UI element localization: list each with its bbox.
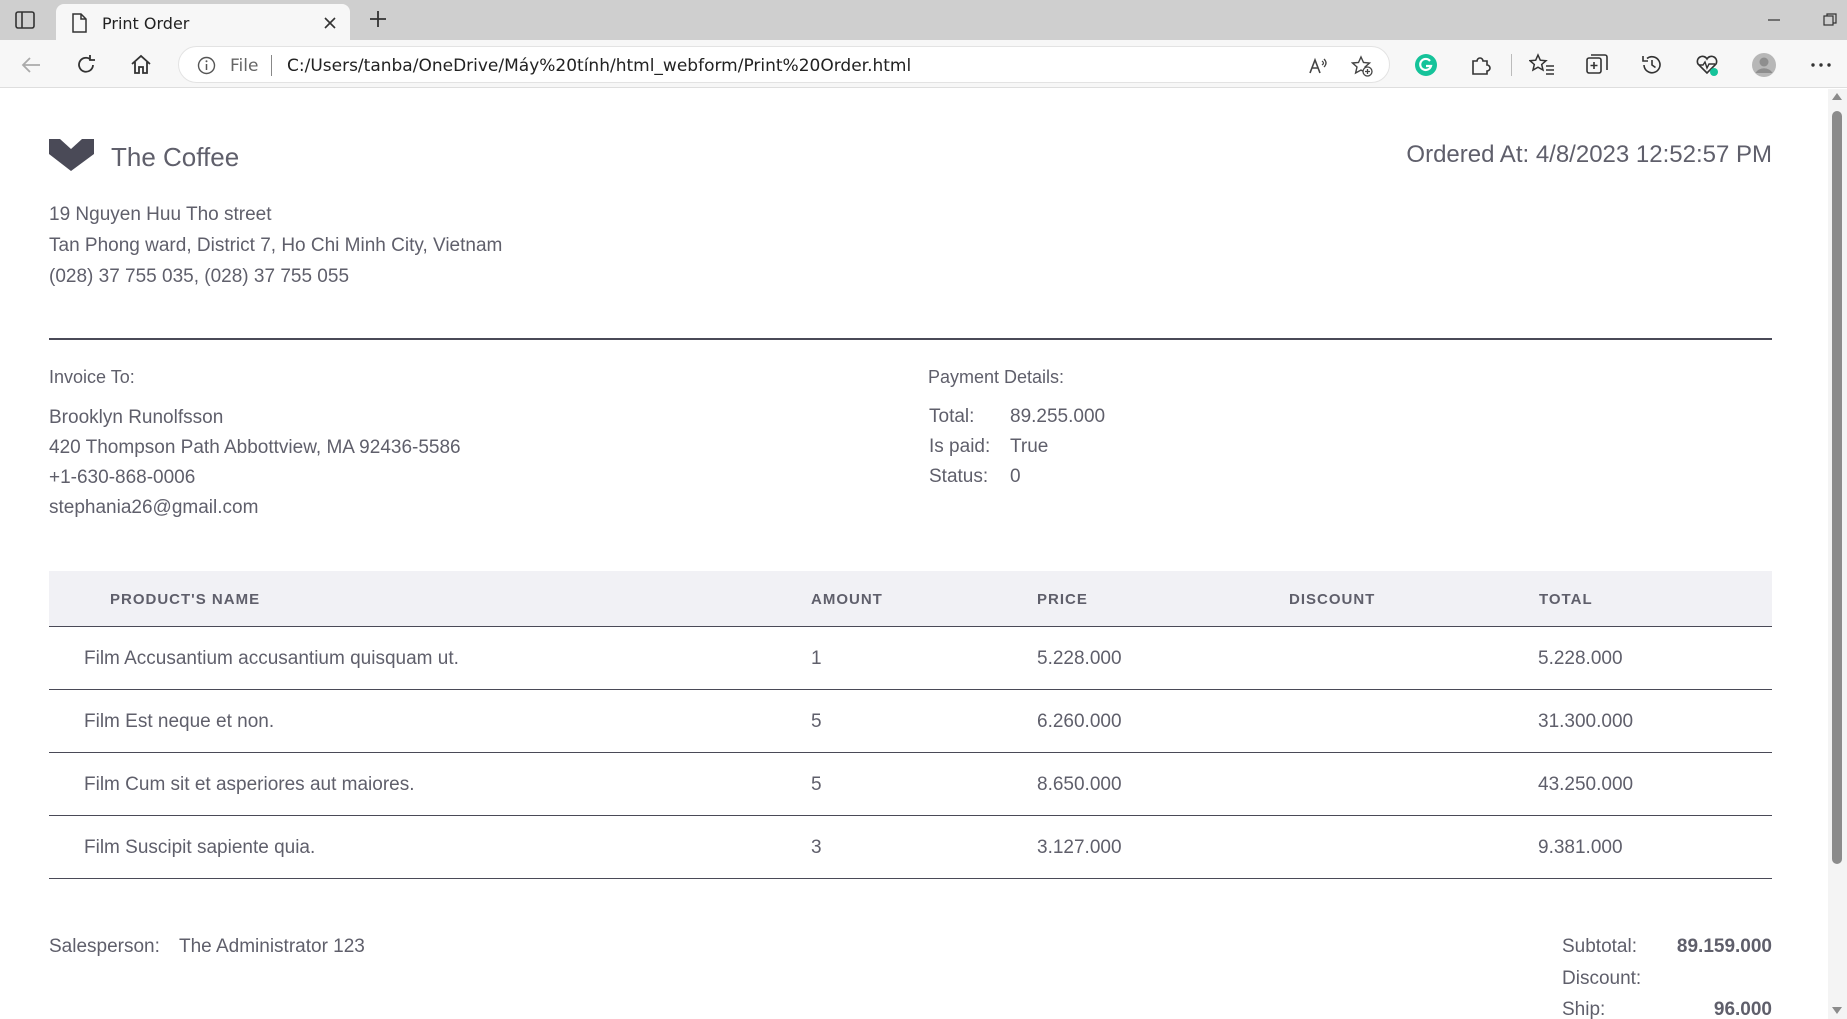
customer-address: 420 Thompson Path Abbottview, MA 92436-5… (49, 437, 461, 458)
store-name: The Coffee (111, 142, 240, 172)
discount-label: Discount: (1562, 968, 1642, 989)
more-icon[interactable] (1808, 52, 1834, 78)
payment-details-table: Total: 89.255.000 Is paid: True Status: … (929, 406, 1105, 496)
price-cell: 6.260.000 (1037, 711, 1122, 732)
grammarly-icon[interactable] (1413, 52, 1439, 78)
address-bar[interactable]: File C:/Users/tanba/OneDrive/Máy%20tính/… (178, 46, 1390, 83)
product-name-cell: Film Accusantium accusantium quisquam ut… (84, 648, 459, 669)
table-row: Film Cum sit et asperiores aut maiores. … (49, 753, 1772, 816)
favorites-icon[interactable] (1529, 52, 1555, 78)
close-icon[interactable] (322, 15, 338, 31)
header-divider (49, 338, 1772, 340)
customer-name: Brooklyn Runolfsson (49, 407, 224, 428)
tab-title: Print Order (102, 14, 190, 33)
ordered-at: Ordered At: 4/8/2023 12:52:57 PM (1406, 141, 1772, 168)
heart-pulse-icon[interactable] (1694, 52, 1720, 78)
invoice-page: The Coffee Ordered At: 4/8/2023 12:52:57… (0, 89, 1828, 1019)
tab-actions-icon[interactable] (14, 9, 36, 31)
price-cell: 8.650.000 (1037, 774, 1122, 795)
coffee-logo-icon (49, 139, 94, 171)
scroll-thumb[interactable] (1832, 111, 1842, 864)
profile-icon[interactable] (1751, 52, 1777, 78)
collections-icon[interactable] (1584, 52, 1610, 78)
column-header-discount: DISCOUNT (1289, 591, 1376, 608)
table-row: Film Suscipit sapiente quia. 3 3.127.000… (49, 816, 1772, 879)
home-icon[interactable] (128, 52, 154, 78)
toolbar-divider (1511, 54, 1512, 76)
column-header-price: PRICE (1037, 591, 1088, 608)
payment-value: True (1010, 436, 1049, 457)
address-url[interactable]: C:/Users/tanba/OneDrive/Máy%20tính/html_… (287, 56, 911, 76)
table-row: Film Est neque et non. 5 6.260.000 31.30… (49, 690, 1772, 753)
read-aloud-icon[interactable] (1307, 55, 1329, 77)
payment-key: Total: (929, 406, 975, 427)
total-cell: 5.228.000 (1538, 648, 1623, 669)
amount-cell: 3 (811, 837, 822, 858)
total-cell: 9.381.000 (1538, 837, 1623, 858)
subtotal-label: Subtotal: (1562, 936, 1637, 957)
ship-value: 96.000 (1713, 999, 1772, 1019)
info-icon[interactable] (197, 56, 216, 75)
column-header-amount: AMOUNT (811, 591, 883, 608)
table-header: PRODUCT'S NAME AMOUNT PRICE DISCOUNT TOT… (49, 571, 1772, 627)
customer-phone: +1-630-868-0006 (49, 467, 196, 488)
product-name-cell: Film Cum sit et asperiores aut maiores. (84, 774, 415, 795)
total-cell: 43.250.000 (1538, 774, 1634, 795)
store-address-line: Tan Phong ward, District 7, Ho Chi Minh … (49, 235, 503, 256)
customer-email: stephania26@gmail.com (49, 497, 259, 518)
favorite-add-icon[interactable] (1351, 55, 1373, 77)
page-scrollbar[interactable] (1828, 89, 1847, 1019)
scroll-down-icon[interactable] (1832, 1007, 1842, 1014)
salesperson-label: Salesperson: (49, 936, 160, 957)
scroll-up-icon[interactable] (1832, 93, 1842, 100)
tab-print-order[interactable]: Print Order (56, 4, 350, 40)
payment-details-label: Payment Details: (928, 367, 1065, 387)
store-address: 19 Nguyen Huu Tho street Tan Phong ward,… (49, 199, 502, 292)
back-arrow-icon[interactable] (19, 52, 45, 78)
payment-row: Status: 0 (929, 466, 1105, 496)
amount-cell: 5 (811, 774, 822, 795)
plus-icon[interactable] (367, 8, 389, 30)
invoice-to-label: Invoice To: (49, 367, 135, 387)
amount-cell: 1 (811, 648, 822, 669)
product-name-cell: Film Suscipit sapiente quia. (84, 837, 316, 858)
restore-icon[interactable] (1821, 12, 1839, 28)
minimize-icon[interactable] (1765, 12, 1783, 28)
payment-value: 0 (1010, 466, 1021, 487)
price-cell: 3.127.000 (1037, 837, 1122, 858)
subtotal-value: 89.159.000 (1676, 936, 1772, 957)
column-header-total: TOTAL (1539, 591, 1593, 608)
total-cell: 31.300.000 (1538, 711, 1634, 732)
amount-cell: 5 (811, 711, 822, 732)
history-icon[interactable] (1639, 52, 1665, 78)
table-row: Film Accusantium accusantium quisquam ut… (49, 627, 1772, 690)
price-cell: 5.228.000 (1037, 648, 1122, 669)
payment-row: Total: 89.255.000 (929, 406, 1105, 436)
address-scheme: File (230, 56, 259, 76)
tab-strip: Print Order (0, 0, 1847, 40)
salesperson-name: The Administrator 123 (179, 936, 365, 957)
store-phone-line: (028) 37 755 035, (028) 37 755 055 (49, 266, 350, 287)
payment-key: Status: (929, 466, 989, 487)
invoice-to-block: Brooklyn Runolfsson 420 Thompson Path Ab… (49, 403, 461, 523)
refresh-icon[interactable] (73, 52, 99, 78)
column-header-product-name: PRODUCT'S NAME (110, 591, 261, 608)
payment-value: 89.255.000 (1010, 406, 1106, 427)
product-name-cell: Film Est neque et non. (84, 711, 275, 732)
payment-key: Is paid: (929, 436, 991, 457)
puzzle-icon[interactable] (1468, 52, 1494, 78)
order-items-table: PRODUCT'S NAME AMOUNT PRICE DISCOUNT TOT… (49, 571, 1772, 879)
browser-toolbar: File C:/Users/tanba/OneDrive/Máy%20tính/… (0, 40, 1847, 88)
store-address-line: 19 Nguyen Huu Tho street (49, 204, 272, 225)
address-divider (271, 55, 272, 76)
page-icon (72, 13, 87, 33)
ship-label: Ship: (1562, 999, 1606, 1019)
payment-row: Is paid: True (929, 436, 1105, 466)
